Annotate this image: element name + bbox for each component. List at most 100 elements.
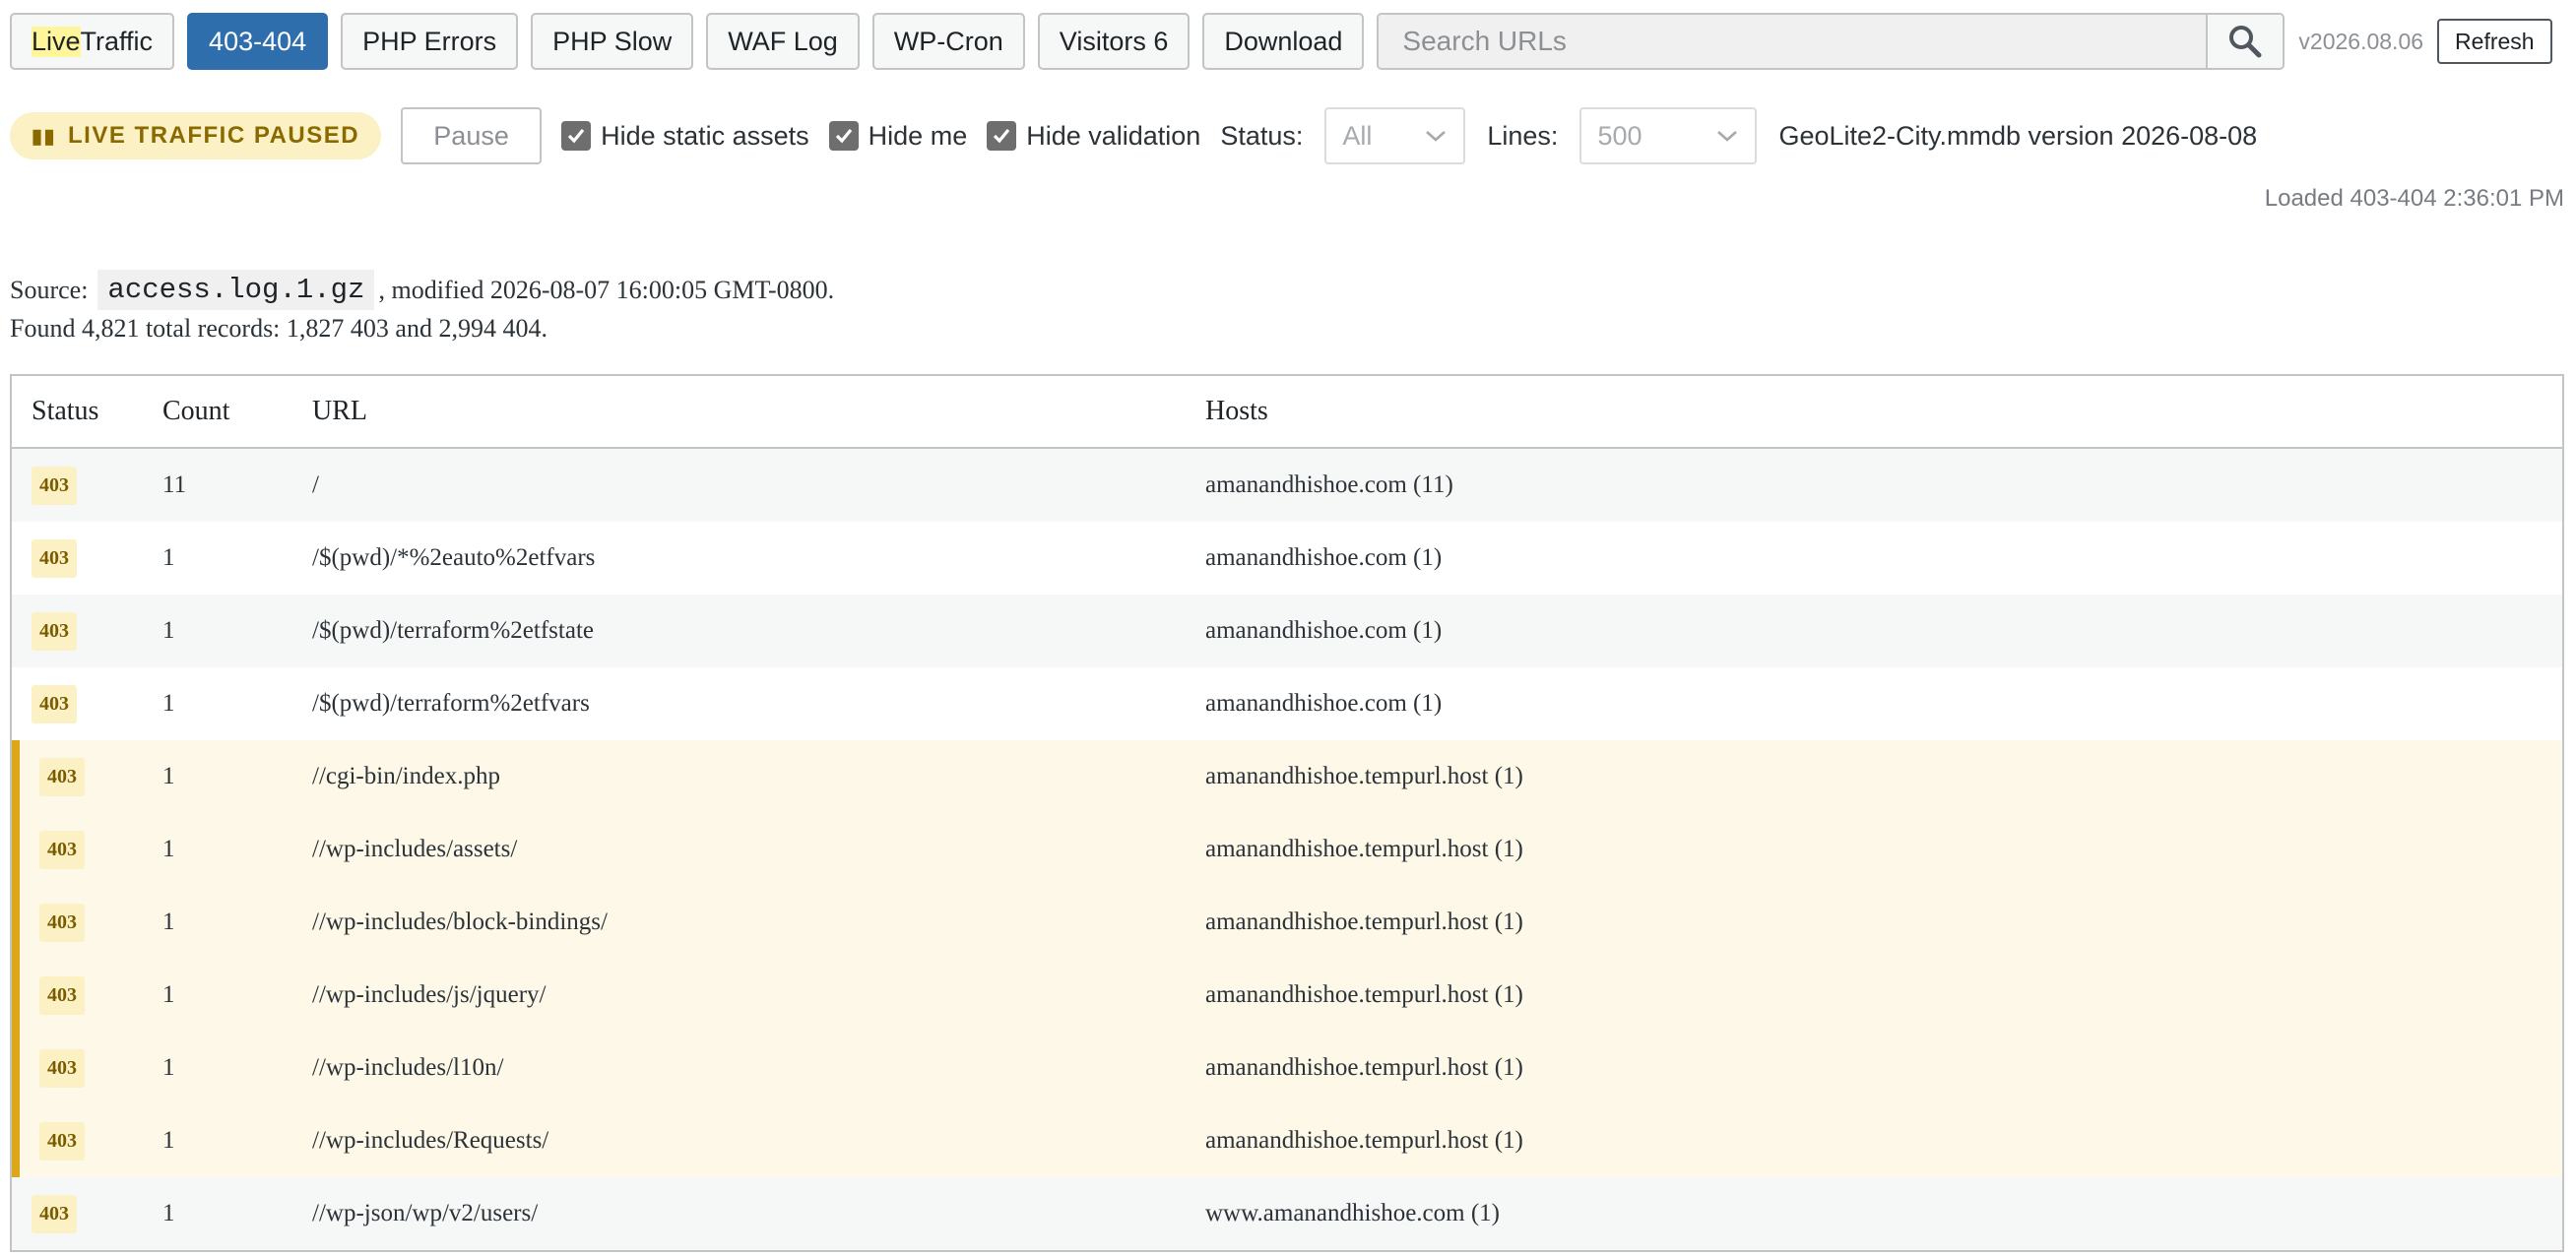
refresh-button[interactable]: Refresh xyxy=(2437,19,2552,64)
search-icon xyxy=(2229,26,2262,58)
checkbox-checked-icon xyxy=(828,121,859,151)
loaded-timestamp: Loaded 403-404 2:36:01 PM xyxy=(2264,185,2564,212)
header-count[interactable]: Count xyxy=(161,396,312,427)
hosts-cell: amanandhishoe.tempurl.host (1) xyxy=(1205,1054,1523,1081)
tab-live-traffic-label: Traffic xyxy=(80,26,154,56)
tab-php-errors[interactable]: PHP Errors xyxy=(341,13,519,70)
status-cell: 403 xyxy=(12,466,161,505)
hide-me-checkbox[interactable]: Hide me xyxy=(828,120,968,152)
table-row[interactable]: 403 11 /amanandhishoe.com (11) xyxy=(12,449,2562,522)
url-cell[interactable]: /$(pwd)/terraform%2etfvars xyxy=(312,690,1205,718)
count-cell: 1 xyxy=(162,909,175,935)
count-cell: 1 xyxy=(162,981,175,1008)
checkbox-checked-icon xyxy=(561,121,592,151)
status-cell: 403 xyxy=(12,684,161,723)
status-cell: 403 xyxy=(12,1048,161,1088)
header-url[interactable]: URL xyxy=(312,396,1205,427)
table-row[interactable]: 403 1 /$(pwd)/terraform%2etfstate amanandhi… xyxy=(12,595,2562,667)
download-button[interactable]: Download xyxy=(1202,13,1365,70)
lines-select-value: 500 xyxy=(1597,120,1642,151)
tab-live-traffic-highlight: Live xyxy=(32,26,81,57)
found-records-summary: Found 4,821 total records: 1,827 403 and… xyxy=(10,314,547,343)
status-cell: 403 xyxy=(12,830,161,869)
table-row[interactable]: 403 1 //wp-includes/js/jquery/amanandhisho… xyxy=(12,959,2562,1032)
table-body: 403 11/amanandhishoe.com (11) 403 1/$(pwd)/… xyxy=(12,449,2562,1250)
status-select[interactable]: All xyxy=(1324,107,1466,164)
header-hosts[interactable]: Hosts xyxy=(1205,396,2562,427)
count-cell: 1 xyxy=(162,763,175,789)
tab-visitors[interactable]: Visitors 6 xyxy=(1037,13,1191,70)
table-row[interactable]: 403 1 /$(pwd)/*%2eauto%2etfvars amanandhish… xyxy=(12,522,2562,595)
paused-badge-label: LIVE TRAFFIC PAUSED xyxy=(68,122,360,149)
hide-static-assets-checkbox[interactable]: Hide static assets xyxy=(561,121,809,152)
url-cell[interactable]: //wp-includes/Requests/ xyxy=(312,1127,1205,1155)
table-row[interactable]: 403 1 //wp-includes/Requests/amanandhishoe… xyxy=(12,1104,2562,1177)
controls-bar: ▮▮ LIVE TRAFFIC PAUSED Pause Hide static… xyxy=(10,106,2566,165)
count-cell: 11 xyxy=(162,471,187,498)
hosts-cell: amanandhishoe.com (1) xyxy=(1205,544,1443,571)
status-badge: 403 xyxy=(39,1048,85,1088)
pause-button[interactable]: Pause xyxy=(401,107,543,164)
url-cell[interactable]: /$(pwd)/*%2eauto%2etfvars xyxy=(312,544,1205,572)
search-input[interactable] xyxy=(1379,15,2207,68)
tab-waf-log[interactable]: WAF Log xyxy=(706,13,860,70)
count-cell: 1 xyxy=(162,836,175,862)
pause-icon: ▮▮ xyxy=(32,125,57,148)
hosts-cell: amanandhishoe.tempurl.host (1) xyxy=(1205,981,1523,1008)
count-cell: 1 xyxy=(162,690,175,717)
hide-static-assets-label: Hide static assets xyxy=(601,120,809,151)
table-row[interactable]: 403 1 //wp-includes/assets/amanandhishoe.t… xyxy=(12,813,2562,886)
url-cell[interactable]: //wp-includes/js/jquery/ xyxy=(312,981,1205,1009)
tab-wp-cron[interactable]: WP-Cron xyxy=(871,13,1025,70)
source-prefix: Source: xyxy=(10,275,89,304)
tab-php-slow[interactable]: PHP Slow xyxy=(531,13,694,70)
hosts-cell: amanandhishoe.com (1) xyxy=(1205,690,1443,717)
source-suffix: , modified 2026-08-07 16:00:05 GMT-0800. xyxy=(378,275,835,304)
search-button[interactable] xyxy=(2206,15,2284,68)
lines-select[interactable]: 500 xyxy=(1579,107,1758,164)
url-cell[interactable]: //wp-includes/block-bindings/ xyxy=(312,909,1205,936)
url-cell[interactable]: //wp-json/wp/v2/users/ xyxy=(312,1200,1205,1227)
table-header: Status Count URL Hosts xyxy=(12,376,2562,449)
count-cell: 1 xyxy=(162,617,175,644)
status-badge: 403 xyxy=(32,466,77,505)
hosts-cell: amanandhishoe.tempurl.host (1) xyxy=(1205,1127,1523,1154)
version-label: v2026.08.06 xyxy=(2298,28,2424,54)
status-cell: 403 xyxy=(12,975,161,1015)
hosts-cell: www.amanandhishoe.com (1) xyxy=(1205,1200,1500,1226)
count-cell: 1 xyxy=(162,1054,175,1081)
url-cell[interactable]: / xyxy=(312,471,1205,499)
chevron-down-icon xyxy=(1426,131,1447,142)
source-info: Source: access.log.1.gz , modified 2026-… xyxy=(10,270,834,310)
status-badge: 403 xyxy=(39,975,85,1015)
table-row[interactable]: 403 1 //wp-json/wp/v2/users/www.amanandhis… xyxy=(12,1177,2562,1250)
table-row[interactable]: 403 1 /$(pwd)/terraform%2etfvars amanandhis… xyxy=(12,667,2562,740)
top-toolbar: Live Traffic 403-404 PHP Errors PHP Slow… xyxy=(10,12,2566,71)
url-cell[interactable]: //wp-includes/l10n/ xyxy=(312,1054,1205,1082)
status-badge: 403 xyxy=(39,903,85,942)
hosts-cell: amanandhishoe.com (1) xyxy=(1205,617,1443,644)
tab-403-404[interactable]: 403-404 xyxy=(187,13,329,70)
table-row[interactable]: 403 1 //wp-includes/block-bindings/amanand… xyxy=(12,886,2562,959)
status-cell: 403 xyxy=(12,611,161,651)
hosts-cell: amanandhishoe.com (11) xyxy=(1205,471,1453,498)
hosts-cell: amanandhishoe.tempurl.host (1) xyxy=(1205,836,1523,862)
table-row[interactable]: 403 1 //cgi-bin/index.php amanandhishoe.tem… xyxy=(12,740,2562,813)
hide-me-label: Hide me xyxy=(868,120,968,151)
hosts-cell: amanandhishoe.tempurl.host (1) xyxy=(1205,909,1523,935)
count-cell: 1 xyxy=(162,1200,175,1226)
source-file: access.log.1.gz xyxy=(97,270,375,310)
status-badge: 403 xyxy=(32,611,77,651)
hide-validation-checkbox[interactable]: Hide validation xyxy=(987,121,1200,152)
url-cell[interactable]: //cgi-bin/index.php xyxy=(312,763,1205,790)
lines-label: Lines: xyxy=(1487,120,1559,151)
url-cell[interactable]: /$(pwd)/terraform%2etfstate xyxy=(312,617,1205,645)
header-status[interactable]: Status xyxy=(12,396,161,427)
count-cell: 1 xyxy=(162,544,175,571)
url-cell[interactable]: //wp-includes/assets/ xyxy=(312,836,1205,863)
table-row[interactable]: 403 1 //wp-includes/l10n/amanandhishoe.tem… xyxy=(12,1032,2562,1104)
status-badge: 403 xyxy=(39,830,85,869)
search-box xyxy=(1377,13,2286,70)
tab-live-traffic[interactable]: Live Traffic xyxy=(10,13,175,70)
status-cell: 403 xyxy=(12,538,161,578)
